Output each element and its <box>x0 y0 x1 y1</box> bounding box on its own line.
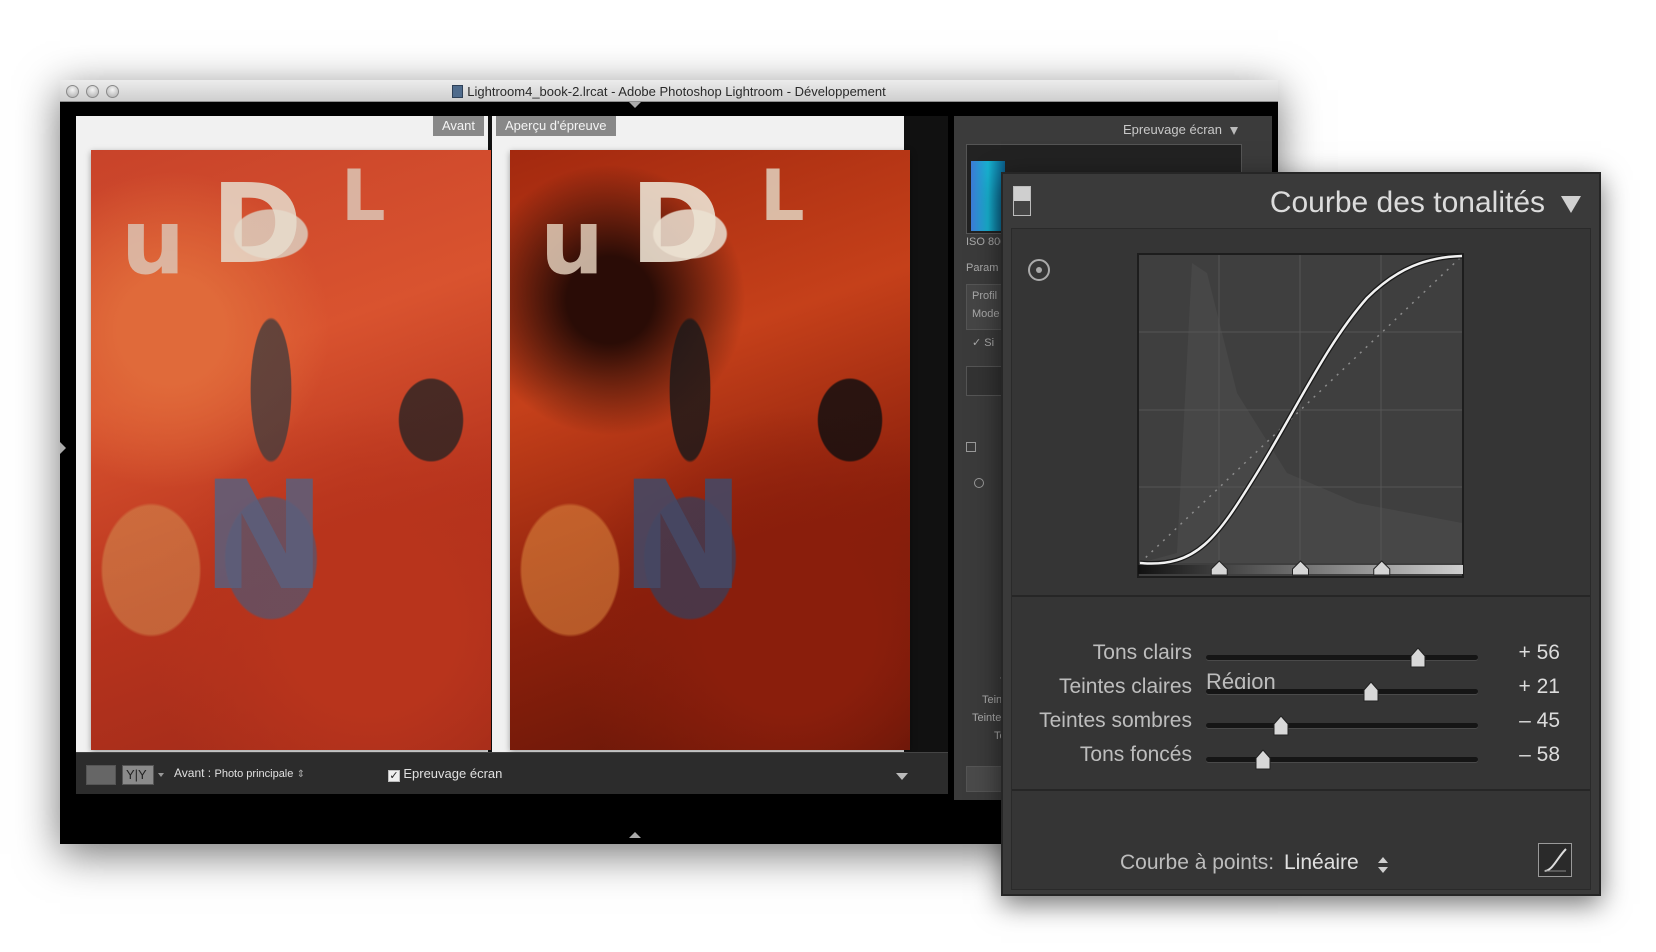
crop-tool-icon[interactable] <box>966 366 1006 396</box>
slider-track[interactable] <box>1206 689 1478 694</box>
slider-thumb[interactable] <box>1254 749 1272 771</box>
slider-row: Tons foncés – 58 <box>1012 739 1590 773</box>
slider-track[interactable] <box>1206 757 1478 762</box>
photo-glyph-l: L <box>760 155 805 237</box>
before-pane[interactable]: Avant D u L N <box>76 116 491 752</box>
target-adjustment-icon[interactable] <box>1028 259 1050 281</box>
before-select-label: Avant : <box>174 766 212 780</box>
before-select[interactable]: Avant : Photo principale ⇕ <box>174 766 305 780</box>
slider-label: Teintes claires <box>1058 675 1192 698</box>
bottom-panel-toggle-icon[interactable] <box>629 832 641 838</box>
right-panel-collapse-icon[interactable] <box>1230 127 1238 135</box>
before-select-value: Photo principale <box>214 768 294 780</box>
loupe-view-button[interactable] <box>86 765 116 785</box>
before-after-view-button[interactable]: Y|Y <box>122 765 154 785</box>
slider-track[interactable] <box>1206 655 1478 660</box>
slider-thumb[interactable] <box>1362 681 1380 703</box>
after-photo[interactable]: D u L N <box>510 150 910 750</box>
profil-text: Profil : <box>972 290 1004 302</box>
slider-value[interactable]: + 56 <box>1519 641 1560 665</box>
before-select-stepper-icon: ⇕ <box>296 769 306 780</box>
param-text: Param <box>966 262 999 274</box>
after-label: Aperçu d'épreuve <box>496 116 616 136</box>
tone-curve-graph[interactable] <box>1137 253 1467 583</box>
slider-label: Tons foncés <box>1079 743 1192 766</box>
slider-value[interactable]: – 58 <box>1519 743 1560 767</box>
photo-glyph-u: u <box>540 190 605 295</box>
panel-switch-icon[interactable] <box>966 442 976 452</box>
compare-view: Avant D u L N Aperçu d'épreuve D u L N <box>76 116 948 752</box>
after-pane[interactable]: Aperçu d'épreuve D u L N <box>492 116 910 752</box>
tone-curve-body: Région Tons clairs + 56 Teintes claires + 2… <box>1011 228 1591 890</box>
slider-value[interactable]: – 45 <box>1519 709 1560 733</box>
edit-curve-icon <box>1544 848 1567 872</box>
catalog-icon <box>452 85 464 98</box>
slider-thumb[interactable] <box>1272 715 1290 737</box>
window-title-text: Lightroom4_book-2.lrcat - Adobe Photosho… <box>467 84 886 99</box>
tone-curve-title: Courbe des tonalités <box>1269 186 1545 219</box>
panel-enable-switch[interactable] <box>1013 186 1031 216</box>
photo-glyph-n: N <box>620 450 746 624</box>
mode-text: Mode <box>972 308 1000 320</box>
photo-glyph-u: u <box>121 190 186 295</box>
photo-glyph-n: N <box>201 450 327 624</box>
point-curve-edit-button[interactable] <box>1538 843 1572 877</box>
top-panel-toggle-icon[interactable] <box>629 102 641 108</box>
point-curve-label: Courbe à points: <box>1120 851 1275 874</box>
photo-glyph-d: D <box>630 160 722 288</box>
slider-value[interactable]: + 21 <box>1519 675 1560 699</box>
slider-row: Tons clairs + 56 <box>1012 637 1590 671</box>
sliders-separator <box>1012 789 1590 791</box>
toolbar: Y|Y Avant : Photo principale ⇕ ✓ Epreuva… <box>76 752 948 794</box>
yy-icon: Y|Y <box>126 767 147 782</box>
target-icon[interactable] <box>974 478 984 488</box>
tone-curve-panel: Courbe des tonalités Région Tons clairs … <box>1001 172 1601 896</box>
tone-curve-header[interactable]: Courbe des tonalités <box>1003 174 1599 226</box>
histogram-shape <box>971 161 1005 231</box>
point-curve-stepper-icon[interactable] <box>1376 855 1390 875</box>
proof-checkbox[interactable]: ✓ <box>388 770 400 782</box>
slider-label: Tons clairs <box>1092 641 1192 664</box>
right-panel-header[interactable]: Epreuvage écran <box>1123 122 1222 137</box>
simulate-checkbox[interactable]: ✓ Si <box>972 336 994 349</box>
photo-glyph-l: L <box>341 155 386 237</box>
title-bar[interactable]: Lightroom4_book-2.lrcat - Adobe Photosho… <box>60 80 1278 102</box>
slider-thumb[interactable] <box>1409 647 1427 669</box>
left-panel-toggle-icon[interactable] <box>60 442 66 454</box>
proof-checkbox-label: Epreuvage écran <box>403 766 503 781</box>
collapse-triangle-icon[interactable] <box>1561 196 1581 213</box>
before-label: Avant <box>432 116 484 136</box>
toolbar-menu-chevron-icon[interactable] <box>896 773 908 780</box>
slider-label: Teintes sombres <box>1039 709 1192 732</box>
sim-text: Si <box>984 337 995 349</box>
view-dropdown-icon[interactable] <box>158 773 164 777</box>
before-photo[interactable]: D u L N <box>91 150 491 750</box>
photo-glyph-d: D <box>211 160 303 288</box>
window-title: Lightroom4_book-2.lrcat - Adobe Photosho… <box>60 84 1278 99</box>
slider-row: Teintes claires + 21 <box>1012 671 1590 705</box>
curve-separator <box>1012 595 1590 597</box>
point-curve-select[interactable]: Linéaire <box>1284 851 1359 875</box>
slider-track[interactable] <box>1206 723 1478 728</box>
slider-row: Teintes sombres – 45 <box>1012 705 1590 739</box>
proof-checkbox-group[interactable]: ✓ Epreuvage écran <box>388 766 502 782</box>
